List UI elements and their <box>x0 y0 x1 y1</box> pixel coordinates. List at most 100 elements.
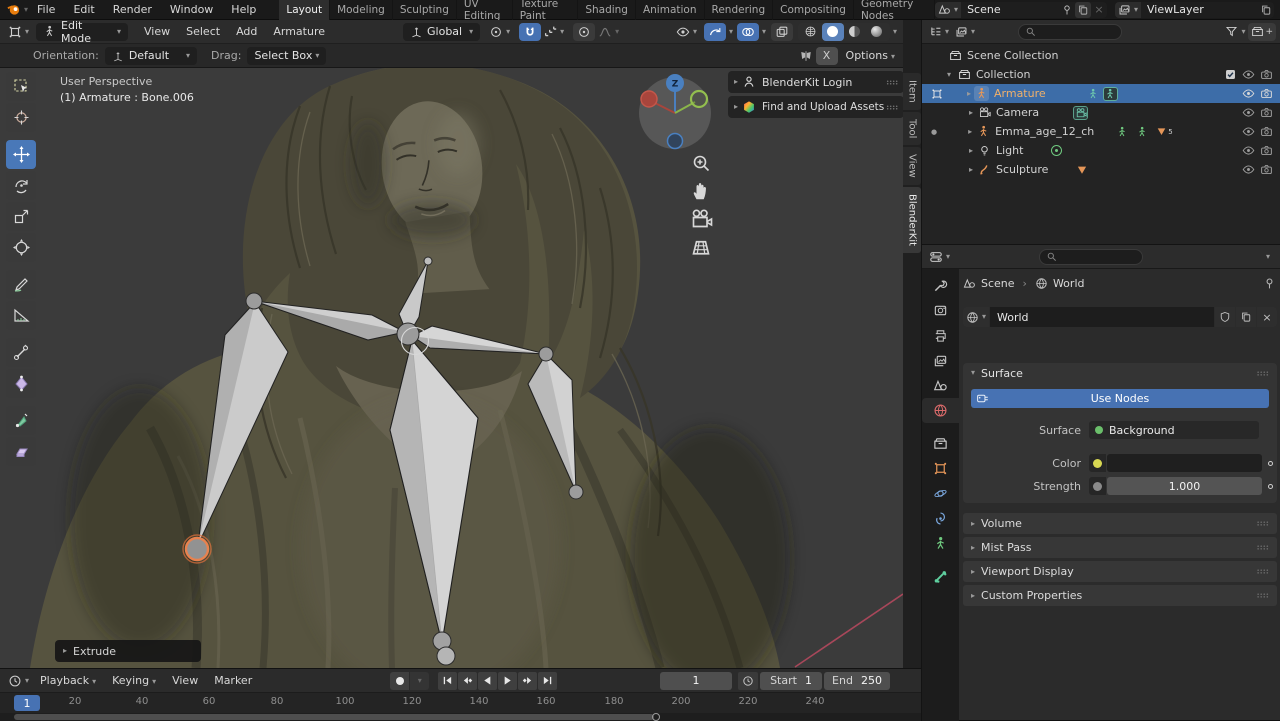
tool-annotate[interactable] <box>6 270 36 299</box>
blender-logo-icon[interactable] <box>6 2 21 18</box>
proportional-editing-toggle[interactable] <box>573 22 596 41</box>
armature-pose-icon[interactable] <box>1086 87 1101 101</box>
sidebar-tab-view[interactable]: View <box>903 147 921 185</box>
panel-grip-icon[interactable] <box>1256 370 1269 377</box>
tool-rotate[interactable] <box>6 171 36 200</box>
render-camera-icon[interactable] <box>1260 125 1273 138</box>
strength-animate-dot[interactable] <box>1268 483 1273 489</box>
workspace-tab-shading[interactable]: Shading <box>578 0 636 20</box>
workspace-tab-uv-editing[interactable]: UV Editing <box>457 0 513 22</box>
hide-eye-icon[interactable] <box>1242 68 1255 81</box>
color-value-field[interactable] <box>1107 454 1262 472</box>
menu-keying[interactable]: Keying ▾ <box>104 674 164 687</box>
viewlayer-browse-icon[interactable]: ▾ <box>1115 1 1142 18</box>
drag-dropdown[interactable]: Select Box ▾ <box>247 46 327 65</box>
outliner-row-sculpture[interactable]: ▸ Sculpture <box>922 160 1280 179</box>
editor-type-button[interactable]: ▾ <box>5 23 32 41</box>
timeline-ruler[interactable]: 20 40 60 80 100 120 140 160 180 200 220 … <box>0 693 921 713</box>
current-frame-field[interactable]: 1 <box>660 671 732 690</box>
viewport-canvas[interactable] <box>0 68 903 668</box>
scene-pin-icon[interactable] <box>1059 2 1075 18</box>
outliner-row-emma[interactable]: ● ▸ Emma_age_12_ch 5 <box>922 122 1280 141</box>
expand-icon[interactable]: ▸ <box>966 165 976 174</box>
show-gizmo-toggle[interactable] <box>703 22 726 41</box>
tool-bone-roll[interactable] <box>6 338 36 367</box>
shading-material-button[interactable] <box>844 23 866 41</box>
workspace-tab-geometry-nodes[interactable]: Geometry Nodes <box>854 0 936 22</box>
outliner-search-input[interactable] <box>1018 23 1123 40</box>
overlays-dropdown-icon[interactable]: ▾ <box>762 27 766 36</box>
render-camera-icon[interactable] <box>1260 87 1273 100</box>
scene-name[interactable]: Scene <box>961 3 1059 16</box>
surface-panel-header[interactable]: ▾ Surface <box>963 363 1277 383</box>
gizmo-dropdown-icon[interactable]: ▾ <box>729 27 733 36</box>
jump-to-end-button[interactable] <box>538 671 558 690</box>
viewlayer-copy-icon[interactable] <box>1258 2 1274 18</box>
surface-value-dropdown[interactable]: Background <box>1089 421 1259 439</box>
navigation-gizmo[interactable]: Z <box>635 71 715 151</box>
strength-slider[interactable]: 1.000 <box>1107 477 1262 495</box>
properties-editor-type-button[interactable]: ▾ <box>926 248 953 266</box>
sculpture-mesh-icon[interactable] <box>1076 164 1088 176</box>
camera-view-button[interactable] <box>689 207 713 231</box>
tab-object[interactable] <box>922 456 959 481</box>
viewlayer-selector[interactable]: ▾ ViewLayer <box>1115 1 1274 18</box>
zoom-button[interactable] <box>689 151 713 175</box>
breadcrumb-pin-icon[interactable] <box>1263 277 1276 290</box>
use-preview-range-button[interactable] <box>738 671 758 690</box>
prev-keyframe-button[interactable] <box>458 671 478 690</box>
panel-expand-icon[interactable]: ▸ <box>734 103 738 111</box>
outliner-row-collection[interactable]: ▾ Collection <box>922 65 1280 84</box>
hide-eye-icon[interactable] <box>1242 87 1255 100</box>
world-browse-button[interactable]: ▾ <box>963 307 990 327</box>
properties-search-input[interactable] <box>1039 248 1144 265</box>
outliner-filter-mode-dropdown[interactable]: ▾ <box>952 23 978 41</box>
light-data-icon[interactable] <box>1051 145 1063 156</box>
collection-expand-icon[interactable]: ▾ <box>944 70 954 79</box>
transform-orientation-dropdown[interactable]: Global ▾ <box>403 22 481 41</box>
auto-keying-button[interactable] <box>390 671 410 690</box>
camera-data-icon[interactable] <box>1073 105 1089 120</box>
pan-button[interactable] <box>689 179 713 203</box>
custom-properties-panel[interactable]: ▸ Custom Properties <box>963 585 1277 606</box>
tool-transform[interactable] <box>6 233 36 262</box>
shading-solid-button[interactable] <box>821 22 844 41</box>
scrollbar-thumb[interactable] <box>14 714 654 720</box>
next-keyframe-button[interactable] <box>518 671 538 690</box>
show-overlays-toggle[interactable] <box>736 22 759 41</box>
hide-eye-icon[interactable] <box>1242 125 1255 138</box>
outliner-filter-dropdown[interactable]: ▾ <box>1222 23 1248 41</box>
scene-browse-icon[interactable]: ▾ <box>935 1 962 18</box>
render-camera-icon[interactable] <box>1260 106 1273 119</box>
outliner-display-mode-dropdown[interactable]: ▾ <box>926 23 952 41</box>
render-camera-icon[interactable] <box>1260 163 1273 176</box>
expand-icon[interactable]: ▸ <box>966 108 976 117</box>
hide-eye-icon[interactable] <box>1242 144 1255 157</box>
new-copy-icon[interactable] <box>1236 307 1256 327</box>
gizmo-axis-y[interactable] <box>689 89 709 109</box>
selected-joint[interactable] <box>184 536 210 562</box>
viewlayer-name[interactable]: ViewLayer <box>1141 3 1258 16</box>
tool-shear[interactable] <box>6 437 36 466</box>
workspace-tab-animation[interactable]: Animation <box>636 0 705 20</box>
operator-panel[interactable]: ▸ Extrude <box>55 640 201 662</box>
render-camera-icon[interactable] <box>1260 144 1273 157</box>
use-nodes-button[interactable]: Use Nodes <box>971 389 1269 408</box>
mist-pass-panel[interactable]: ▸ Mist Pass <box>963 537 1277 558</box>
play-button[interactable] <box>498 671 518 690</box>
shading-dropdown-icon[interactable]: ▾ <box>893 27 897 36</box>
shading-wireframe-button[interactable] <box>800 23 822 41</box>
tool-cursor[interactable] <box>6 103 36 132</box>
panel-expand-icon[interactable]: ▸ <box>734 78 738 86</box>
mode-dropdown[interactable]: Edit Mode ▾ <box>36 19 129 45</box>
outliner-row-camera[interactable]: ▸ Camera <box>922 103 1280 122</box>
workspace-tab-sculpting[interactable]: Sculpting <box>393 0 457 20</box>
perspective-toggle-button[interactable] <box>689 235 713 259</box>
armature-data-icon[interactable] <box>1102 86 1118 101</box>
new-collection-button[interactable]: + <box>1248 22 1276 41</box>
workspace-tab-modeling[interactable]: Modeling <box>330 0 393 20</box>
gizmo-axis-x-neg[interactable] <box>640 90 658 108</box>
fake-user-shield-icon[interactable] <box>1215 307 1235 327</box>
render-camera-icon[interactable] <box>1260 68 1273 81</box>
options-dropdown[interactable]: Options ▾ <box>838 49 903 62</box>
